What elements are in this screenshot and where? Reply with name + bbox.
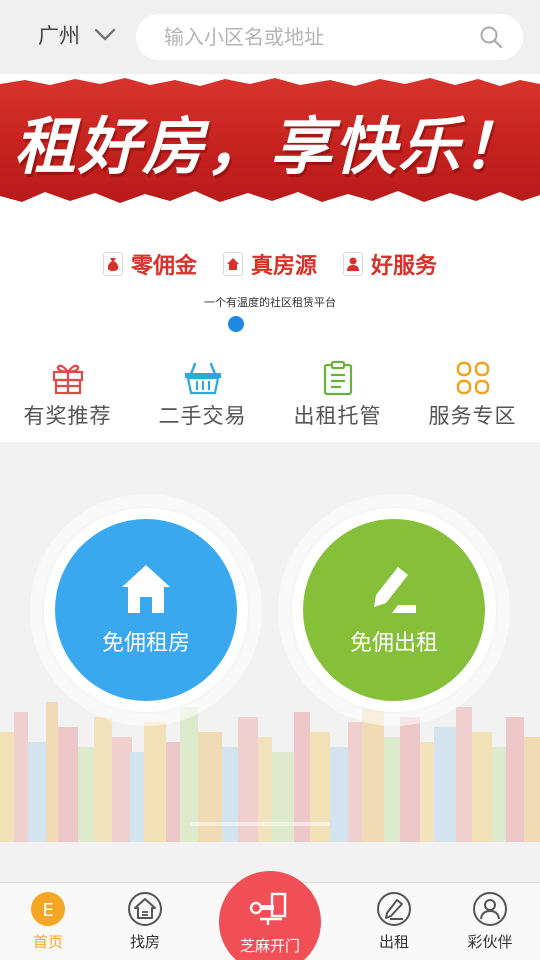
clipboard-icon [323, 360, 352, 396]
rent-button-ring: 免佣租房 [44, 508, 248, 712]
feature-label: 零佣金 [130, 254, 197, 279]
house-icon [222, 252, 243, 276]
feature-label: 真房源 [250, 254, 317, 279]
city-label: 广州 [38, 24, 80, 48]
house-icon [122, 565, 170, 613]
nav-open-door[interactable]: 芝麻开门 [219, 871, 321, 960]
lease-button[interactable]: 免佣出租 [303, 519, 485, 701]
feature-label: 好服务 [371, 254, 438, 279]
edit-icon [374, 567, 416, 613]
city-skyline-decoration [0, 702, 540, 842]
user-icon [473, 892, 507, 926]
rent-button[interactable]: 免佣租房 [55, 519, 237, 701]
nav-label: 芝麻开门 [239, 937, 300, 955]
shortcut-custody[interactable]: 出租托管 [270, 344, 405, 442]
top-bar: 广州 [0, 0, 540, 74]
house-search-icon [128, 892, 162, 926]
search-input[interactable] [164, 14, 464, 60]
home-tab-icon: E [31, 892, 65, 926]
banner-subtitle: 一个有温度的社区租赁平台 [204, 296, 336, 309]
home-tab-letter: E [42, 900, 53, 921]
promo-banner[interactable]: 租好房，享快乐！ 零佣金 真房源 好服务 一个有温度的社区租赁平台 [0, 74, 540, 344]
nav-label: 彩伙伴 [467, 933, 513, 951]
shortcut-label: 服务专区 [428, 404, 517, 428]
nav-lease[interactable]: 出租 [354, 891, 434, 952]
nav-partner[interactable]: 彩伙伴 [450, 891, 530, 952]
search-bar[interactable] [136, 14, 523, 60]
lease-button-ring: 免佣出租 [292, 508, 496, 712]
shortcut-label: 有奖推荐 [23, 404, 112, 428]
shortcut-label: 二手交易 [158, 404, 247, 428]
person-icon [343, 252, 363, 276]
banner-headline: 租好房，享快乐！ [13, 110, 526, 183]
chevron-down-icon [94, 28, 116, 41]
main-area: 免佣租房 免佣出租 [0, 442, 540, 882]
banner-ribbon: 租好房，享快乐！ [0, 74, 540, 206]
shortcut-referral[interactable]: 有奖推荐 [0, 344, 135, 442]
search-icon[interactable] [479, 25, 503, 49]
shortcut-label: 出租托管 [293, 404, 382, 428]
nav-find[interactable]: 找房 [105, 891, 185, 952]
lease-button-container: 免佣出租 [278, 494, 510, 726]
pen-circle-icon [377, 892, 411, 926]
gift-icon [52, 364, 83, 395]
shortcut-services[interactable]: 服务专区 [405, 344, 540, 442]
basket-icon [184, 362, 221, 395]
rent-button-label: 免佣租房 [101, 631, 190, 656]
nav-label: 找房 [129, 933, 160, 951]
city-selector[interactable]: 广州 [38, 20, 116, 50]
feature-list: 零佣金 真房源 好服务 [0, 248, 540, 280]
shortcut-secondhand[interactable]: 二手交易 [135, 344, 270, 442]
feature-item: 真房源 [222, 248, 317, 280]
door-unlock-icon [249, 892, 287, 925]
nav-label: 出租 [378, 933, 409, 951]
grid-icon [456, 361, 489, 395]
money-bag-icon [102, 252, 123, 276]
nav-label: 首页 [32, 933, 63, 951]
feature-item: 好服务 [343, 248, 437, 280]
feature-item: 零佣金 [102, 248, 197, 280]
shortcut-menu: 有奖推荐 二手交易 出租托管 服务专区 [0, 344, 540, 442]
bottom-nav: E 首页 找房 芝麻开门 出租 彩伙伴 [0, 871, 540, 960]
rent-button-container: 免佣租房 [30, 494, 262, 726]
lease-button-label: 免佣出租 [349, 631, 438, 656]
nav-home[interactable]: E 首页 [8, 891, 88, 952]
carousel-indicator[interactable] [228, 316, 244, 332]
